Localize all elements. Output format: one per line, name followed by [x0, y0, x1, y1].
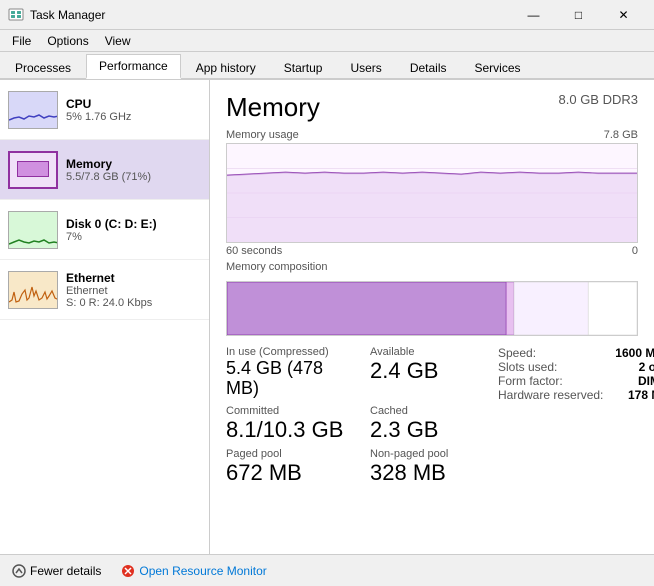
minimize-button[interactable]: — [511, 0, 556, 30]
sidebar-item-memory[interactable]: Memory 5.5/7.8 GB (71%) [0, 140, 209, 200]
tab-bar: Processes Performance App history Startu… [0, 52, 654, 80]
disk-mini-graph [8, 211, 58, 249]
in-use-label: In use (Compressed) [226, 346, 346, 358]
sidebar: CPU 5% 1.76 GHz Memory 5.5/7.8 GB (71%) [0, 80, 210, 554]
committed-value: 8.1/10.3 GB [226, 418, 346, 442]
tab-users[interactable]: Users [337, 56, 394, 79]
memory-mini-graph [8, 151, 58, 189]
speed-val: 1600 MHz [615, 346, 654, 360]
info-table: Speed: 1600 MHz Slots used: 2 of 2 Form … [490, 346, 654, 491]
non-paged-pool-col: Non-paged pool 328 MB [370, 448, 490, 485]
available-value: 2.4 GB [370, 359, 490, 383]
paged-pool-label: Paged pool [226, 448, 346, 460]
paged-pool-value: 672 MB [226, 461, 346, 485]
disk-detail: 7% [66, 231, 201, 243]
memory-info: Memory 5.5/7.8 GB (71%) [66, 157, 201, 183]
chart1-time: 60 seconds [226, 245, 282, 257]
paged-pool-col: Paged pool 672 MB [226, 448, 346, 485]
chart2-label: Memory composition [226, 261, 327, 273]
cpu-info: CPU 5% 1.76 GHz [66, 97, 201, 123]
non-paged-pool-value: 328 MB [370, 461, 490, 485]
panel-subtitle: 8.0 GB DDR3 [559, 92, 638, 107]
memory-detail: 5.5/7.8 GB (71%) [66, 171, 201, 183]
title-bar: Task Manager — □ ✕ [0, 0, 654, 30]
slots-val: 2 of 2 [639, 360, 654, 374]
chart1-max: 7.8 GB [604, 129, 638, 141]
speed-row: Speed: 1600 MHz [498, 346, 654, 360]
fewer-details-label: Fewer details [30, 564, 101, 578]
menu-bar: File Options View [0, 30, 654, 52]
panel-title: Memory [226, 92, 320, 123]
stats-left: In use (Compressed) 5.4 GB (478 MB) Avai… [226, 346, 490, 491]
memory-usage-chart [226, 143, 638, 243]
memory-name: Memory [66, 157, 201, 171]
panel-header: Memory 8.0 GB DDR3 [226, 92, 638, 123]
tab-services[interactable]: Services [462, 56, 534, 79]
sidebar-item-ethernet[interactable]: Ethernet Ethernet S: 0 R: 24.0 Kbps [0, 260, 209, 320]
slots-key: Slots used: [498, 360, 557, 374]
in-use-value: 5.4 GB (478 MB) [226, 359, 346, 399]
stats-area: In use (Compressed) 5.4 GB (478 MB) Avai… [226, 346, 638, 491]
memory-composition-chart [226, 281, 638, 336]
ethernet-info: Ethernet Ethernet S: 0 R: 24.0 Kbps [66, 271, 201, 309]
form-row: Form factor: DIMM [498, 374, 654, 388]
in-use-col: In use (Compressed) 5.4 GB (478 MB) [226, 346, 346, 399]
menu-view[interactable]: View [97, 32, 139, 50]
ethernet-detail2: S: 0 R: 24.0 Kbps [66, 297, 201, 309]
fewer-details-button[interactable]: Fewer details [8, 562, 105, 580]
cpu-mini-graph [8, 91, 58, 129]
monitor-icon [121, 564, 135, 578]
chart1-time-right: 0 [632, 245, 638, 257]
tab-app-history[interactable]: App history [183, 56, 269, 79]
tab-details[interactable]: Details [397, 56, 460, 79]
tab-performance[interactable]: Performance [86, 54, 181, 79]
cached-label: Cached [370, 405, 490, 417]
ethernet-detail1: Ethernet [66, 285, 201, 297]
disk-name: Disk 0 (C: D: E:) [66, 217, 201, 231]
speed-key: Speed: [498, 346, 536, 360]
ethernet-name: Ethernet [66, 271, 201, 285]
disk-info: Disk 0 (C: D: E:) 7% [66, 217, 201, 243]
available-col: Available 2.4 GB [370, 346, 490, 399]
cached-value: 2.3 GB [370, 418, 490, 442]
sidebar-item-cpu[interactable]: CPU 5% 1.76 GHz [0, 80, 209, 140]
maximize-button[interactable]: □ [556, 0, 601, 30]
menu-options[interactable]: Options [39, 32, 96, 50]
tab-startup[interactable]: Startup [271, 56, 336, 79]
hw-reserved-val: 178 MB [628, 388, 654, 402]
committed-label: Committed [226, 405, 346, 417]
app-icon [8, 7, 24, 23]
menu-file[interactable]: File [4, 32, 39, 50]
close-button[interactable]: ✕ [601, 0, 646, 30]
open-resource-monitor-link[interactable]: Open Resource Monitor [121, 564, 266, 578]
bottom-bar: Fewer details Open Resource Monitor [0, 554, 654, 586]
committed-col: Committed 8.1/10.3 GB [226, 405, 346, 442]
memory-usage-section: Memory usage 7.8 GB 60 seconds [226, 129, 638, 257]
open-resource-monitor-label: Open Resource Monitor [139, 564, 266, 578]
cpu-detail: 5% 1.76 GHz [66, 111, 201, 123]
ethernet-mini-graph [8, 271, 58, 309]
chevron-up-icon [12, 564, 26, 578]
hw-reserved-row: Hardware reserved: 178 MB [498, 388, 654, 402]
form-key: Form factor: [498, 374, 563, 388]
app-title: Task Manager [30, 8, 105, 22]
available-label: Available [370, 346, 490, 358]
non-paged-pool-label: Non-paged pool [370, 448, 490, 460]
sidebar-item-disk[interactable]: Disk 0 (C: D: E:) 7% [0, 200, 209, 260]
main-content: CPU 5% 1.76 GHz Memory 5.5/7.8 GB (71%) [0, 80, 654, 554]
hw-reserved-key: Hardware reserved: [498, 388, 603, 402]
chart1-label: Memory usage [226, 129, 299, 141]
cpu-name: CPU [66, 97, 201, 111]
cached-col: Cached 2.3 GB [370, 405, 490, 442]
form-val: DIMM [638, 374, 654, 388]
memory-composition-section: Memory composition [226, 261, 638, 336]
right-panel: Memory 8.0 GB DDR3 Memory usage 7.8 GB [210, 80, 654, 554]
tab-processes[interactable]: Processes [2, 56, 84, 79]
slots-row: Slots used: 2 of 2 [498, 360, 654, 374]
